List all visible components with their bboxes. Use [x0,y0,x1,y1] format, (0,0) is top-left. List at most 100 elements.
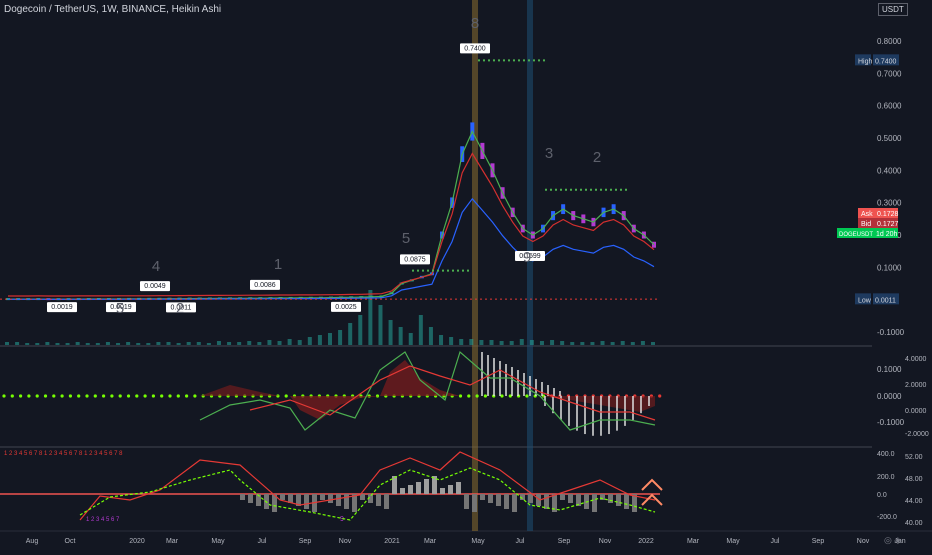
osc-zero-dot [467,394,471,398]
time-axis-label: Sep [299,538,312,545]
volume-bar [449,337,454,345]
ind-histogram-bar [464,494,469,509]
osc-axis-right-label: 2.0000 [905,382,927,389]
osc-zero-dot [60,394,64,398]
osc-axis-right-label: 4.0000 [905,356,927,363]
ind-histogram-bar [304,494,309,509]
ind-histogram-bar [504,494,509,509]
osc-zero-dot [85,394,89,398]
osc-axis-left-label: -0.1000 [877,418,905,427]
count-row-top: 1 2 3 4 5 6 7 8 1 2 3 4 5 6 7 8 1 2 3 4 … [4,451,123,457]
ind-axis-left-label: 400.0 [877,451,895,458]
osc-axis-right-label: 0.0000 [905,408,927,415]
time-axis-label: Nov [339,538,352,545]
chart-canvas: 0.80000.70000.60000.50000.40000.30000.20… [0,0,932,545]
osc-histogram [290,396,380,420]
volume-bar [459,339,464,345]
osc-histogram [540,396,655,412]
osc-zero-dot [110,394,114,398]
volume-bar [247,341,252,345]
time-axis-label: Jul [516,538,525,545]
price-axis-label: -0.1000 [877,328,905,337]
td-count-number: 4 [152,258,160,275]
osc-zero-dot [500,394,504,398]
volume-bar [388,320,393,345]
volume-bar [136,343,141,345]
osc-zero-dot [483,394,487,398]
time-axis-label: Mar [424,538,437,545]
osc-zero-dot [77,394,81,398]
ind-histogram-bar [280,494,285,500]
volume-bar [539,341,544,345]
ind-histogram-bar [496,494,501,506]
ind-histogram-bar [456,482,461,494]
osc-axis-right-label: -2.0000 [905,431,929,438]
count-nine: 9 [340,516,344,523]
ind-axis-right-label: 40.00 [905,520,923,527]
high-marker-label: High [858,58,873,65]
volume-bar [328,333,332,345]
time-axis-label: Nov [599,538,612,545]
volume-bar [65,343,70,345]
price-callout-label: 0.0086 [254,282,276,289]
volume-bar [509,341,514,345]
time-axis-label: May [471,538,485,545]
time-axis-label: May [726,538,740,545]
volume-bar [237,342,242,345]
ind-histogram-bar [592,494,597,512]
ma-line-blue [8,197,655,300]
td-count-number: 9 [523,249,531,266]
volume-bar [317,335,322,345]
ind-histogram-bar [408,485,413,494]
volume-bar [590,342,595,345]
price-axis-label: 0.1000 [877,263,902,272]
volume-bar [519,339,524,345]
ma-line-red [8,152,655,297]
volume-bar [358,315,363,345]
price-callout-label: 0.0049 [144,283,166,290]
volume-bar [529,340,534,345]
volume-bar [85,343,90,345]
volume-bar [640,341,645,345]
ind-histogram-bar [240,494,245,500]
time-axis-label: Jul [258,538,267,545]
currency-badge[interactable]: USDT [878,3,908,16]
volume-bar [580,342,585,345]
osc-zero-dot [43,394,48,398]
volume-bar [600,341,605,345]
time-axis-label: 2022 [638,538,654,545]
ind-histogram-bar [488,494,493,503]
osc-axis-left-label: 0.0000 [877,392,902,401]
volume-bar [105,342,110,345]
td-count-number: 3 [545,145,553,162]
ind-histogram-bar [568,494,573,503]
ind-histogram-bar [248,494,253,503]
price-callout-label: 0.0019 [51,304,73,311]
low-marker-label: Low [858,297,872,304]
volume-bar [25,343,30,345]
volume-bar [489,340,494,345]
time-axis-label: Sep [812,538,825,545]
time-axis-label: Jul [771,538,780,545]
volume-bar [116,343,121,345]
ind-histogram-bar [512,494,517,512]
volume-bar [186,342,191,345]
ask-label: Ask [861,211,873,218]
osc-zero-dot [68,394,72,398]
osc-zero-dot [525,394,529,398]
time-axis-label: 2021 [384,538,400,545]
ind-histogram-bar [608,494,613,503]
volume-bar [267,340,272,345]
volume-bar [5,342,9,345]
volume-bar [257,342,262,345]
ind-axis-right-label: 44.00 [905,498,923,505]
volume-bar [570,342,575,345]
volume-bar [348,323,353,345]
scroll-nav-icon[interactable]: ◎ ◈ [884,535,901,546]
bid-value: 0.1727 [877,221,899,228]
ind-histogram-bar [448,485,453,494]
volume-bar [651,342,655,345]
td-count-number: 8 [471,15,479,32]
chart-container: 0.80000.70000.60000.50000.40000.30000.20… [0,0,932,550]
ind-axis-left-label: 200.0 [877,474,895,481]
